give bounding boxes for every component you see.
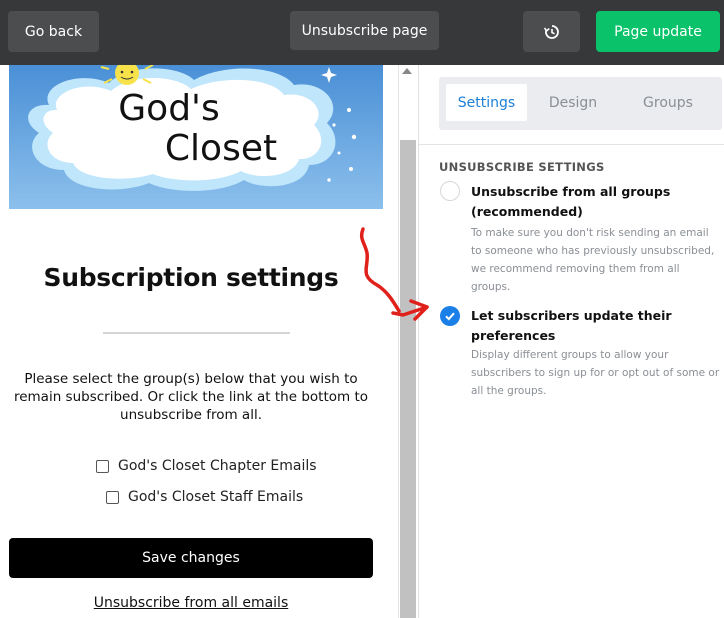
page-preview: God's Closet Subscription settings Pleas… bbox=[0, 65, 398, 618]
title-divider bbox=[103, 332, 290, 334]
page-update-button[interactable]: Page update bbox=[596, 11, 720, 52]
group-checkbox-row[interactable]: God's Closet Staff Emails bbox=[106, 489, 303, 505]
history-icon bbox=[543, 24, 559, 39]
option-description: To make sure you don't risk sending an e… bbox=[471, 227, 715, 293]
panel-tabs: Settings Design Groups bbox=[439, 77, 722, 130]
go-back-button[interactable]: Go back bbox=[8, 11, 99, 52]
preview-intro-text: Please select the group(s) below that yo… bbox=[13, 371, 369, 423]
group-checkbox-row[interactable]: God's Closet Chapter Emails bbox=[96, 458, 317, 474]
history-button[interactable] bbox=[523, 11, 580, 52]
settings-panel: Settings Design Groups UNSUBSCRIBE SETTI… bbox=[418, 65, 724, 618]
section-heading: UNSUBSCRIBE SETTINGS bbox=[439, 160, 605, 174]
tab-settings[interactable]: Settings bbox=[446, 84, 527, 121]
radio-update-preferences[interactable] bbox=[440, 306, 460, 326]
radio-unsubscribe-all[interactable] bbox=[440, 181, 460, 201]
option-title[interactable]: Let subscribers update their preferences bbox=[471, 306, 721, 346]
unsubscribe-page-button[interactable]: Unsubscribe page bbox=[290, 11, 439, 50]
gods-closet-logo-banner: God's Closet bbox=[9, 65, 383, 209]
logo-text-line2: Closet bbox=[165, 128, 277, 169]
scrollbar-thumb[interactable] bbox=[400, 140, 416, 618]
top-toolbar: Go back Unsubscribe page Page update bbox=[0, 0, 724, 65]
save-changes-button[interactable]: Save changes bbox=[9, 538, 373, 578]
group-label: God's Closet Chapter Emails bbox=[118, 458, 317, 474]
panel-divider bbox=[419, 144, 724, 145]
scroll-up-arrow-icon[interactable] bbox=[402, 68, 412, 74]
tab-design[interactable]: Design bbox=[539, 84, 607, 121]
preview-title: Subscription settings bbox=[43, 263, 339, 292]
checkbox[interactable] bbox=[106, 490, 119, 504]
group-label: God's Closet Staff Emails bbox=[128, 489, 304, 505]
option-description: Display different groups to allow your s… bbox=[471, 349, 720, 397]
unsubscribe-all-link[interactable]: Unsubscribe from all emails bbox=[9, 595, 373, 611]
checkbox[interactable] bbox=[96, 459, 109, 473]
option-title[interactable]: Unsubscribe from all groups (recommended… bbox=[471, 182, 721, 222]
checkmark-icon bbox=[445, 312, 455, 321]
tab-groups[interactable]: Groups bbox=[622, 84, 714, 121]
logo-text-line1: God's bbox=[118, 88, 219, 129]
